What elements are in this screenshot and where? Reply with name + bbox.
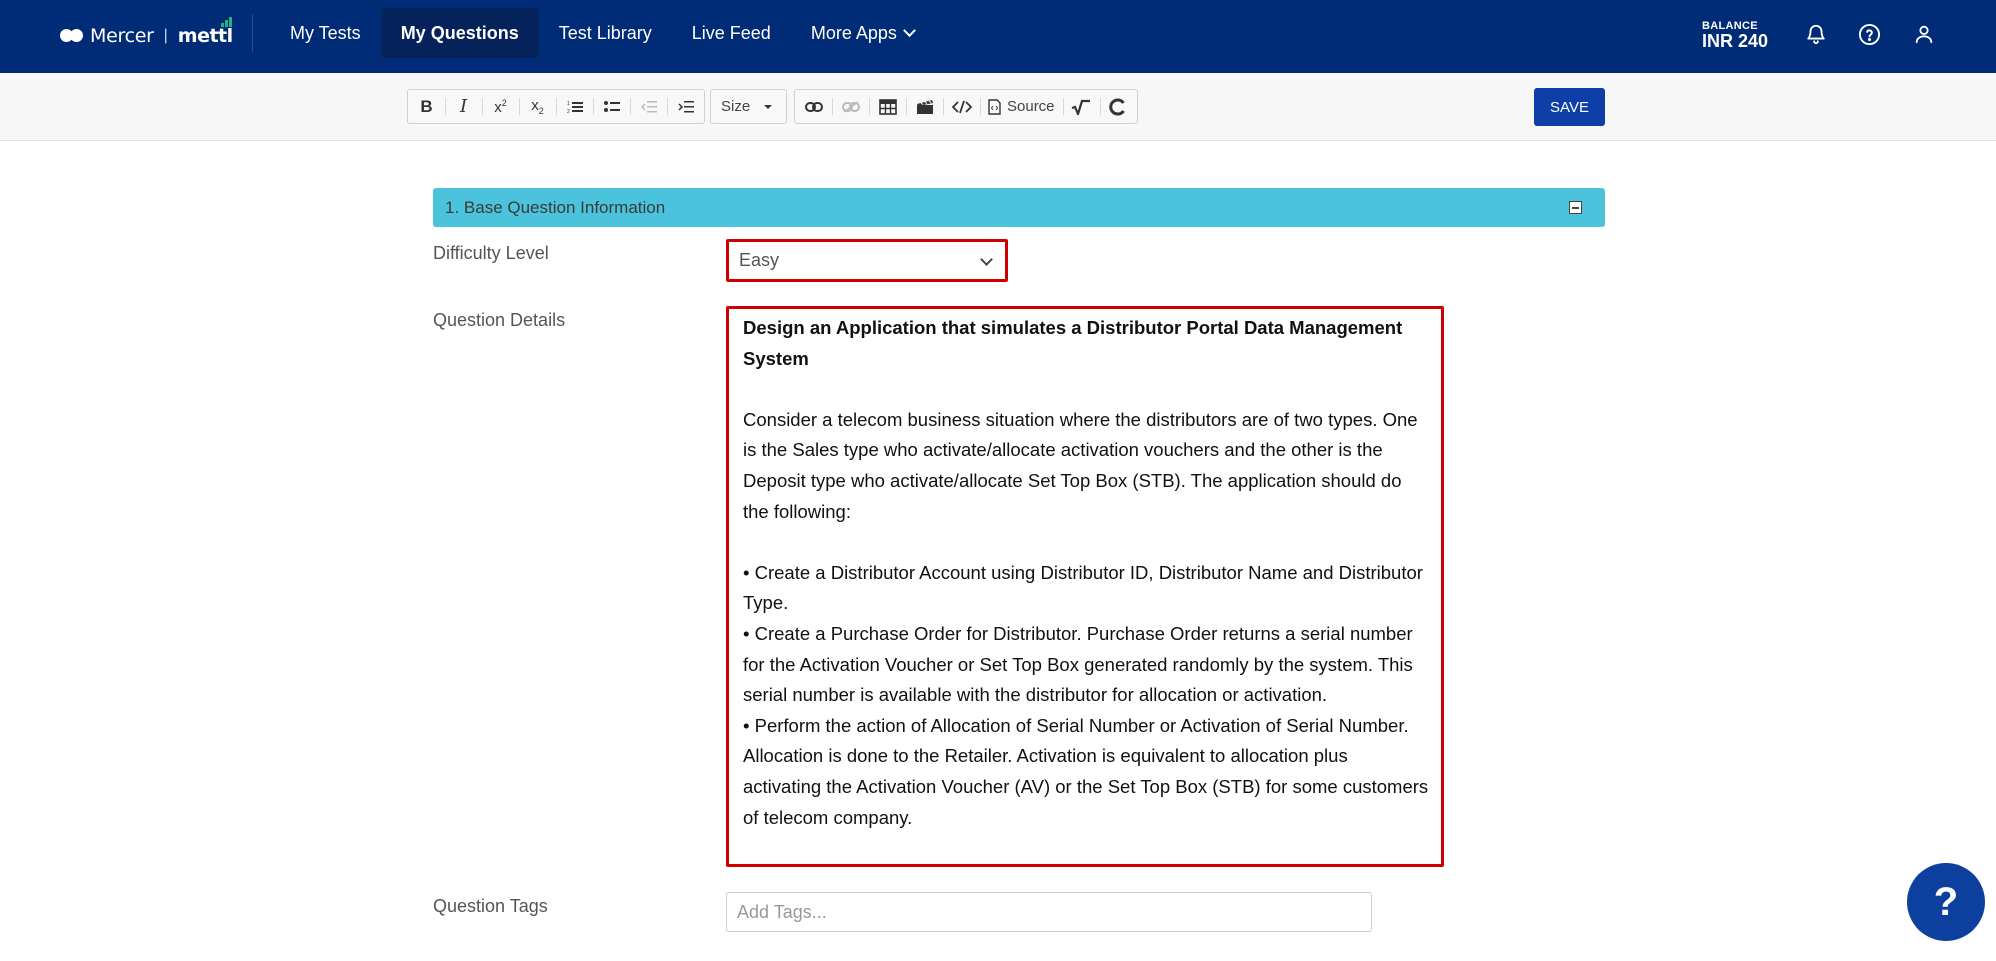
difficulty-value: Easy — [739, 250, 780, 270]
nav-my-tests[interactable]: My Tests — [270, 8, 381, 58]
caret-down-icon — [764, 104, 773, 109]
font-size-label: Size — [721, 98, 751, 115]
svg-text:2: 2 — [567, 109, 570, 114]
nav-label: My Tests — [290, 22, 361, 43]
save-button[interactable]: SAVE — [1534, 88, 1605, 126]
help-circle-icon[interactable] — [1855, 20, 1883, 48]
math-formula-icon[interactable] — [1062, 90, 1100, 123]
nav-live-feed[interactable]: Live Feed — [672, 8, 791, 58]
tags-placeholder: Add Tags... — [737, 901, 827, 922]
brand-separator: | — [163, 27, 168, 44]
nav-my-questions[interactable]: My Questions — [380, 8, 539, 58]
difficulty-select[interactable]: Easy — [726, 239, 1008, 282]
question-details-editor[interactable]: Design an Application that simulates a D… — [726, 306, 1444, 867]
section-title: 1. Base Question Information — [445, 197, 666, 217]
media-clapperboard-icon[interactable] — [906, 90, 943, 123]
outdent-icon[interactable] — [630, 90, 667, 123]
collapse-icon[interactable] — [1569, 201, 1582, 214]
question-details-label: Question Details — [433, 310, 566, 330]
question-bullet: • Create a Distributor Account using Dis… — [743, 561, 1423, 614]
bell-icon[interactable] — [1802, 20, 1830, 48]
table-icon[interactable] — [869, 90, 906, 123]
nav-label: Live Feed — [691, 22, 771, 43]
editor-toolbar-row: B I x2 x2 12 Size Source SAVE — [0, 73, 1996, 141]
main-nav: My Tests My Questions Test Library Live … — [270, 8, 934, 58]
nav-divider — [252, 14, 253, 52]
question-tags-label: Question Tags — [433, 896, 548, 916]
question-mark-icon: ? — [1933, 879, 1959, 924]
user-icon[interactable] — [1910, 20, 1938, 48]
chevron-down-icon — [980, 253, 993, 266]
source-doc-icon — [988, 98, 1001, 115]
section-header-base-info[interactable]: 1. Base Question Information — [433, 188, 1605, 227]
question-bullet: • Create a Purchase Order for Distributo… — [743, 622, 1413, 706]
product-name-text: mettl — [177, 25, 233, 47]
format-toolbar-group: B I x2 x2 12 — [407, 89, 705, 124]
chemistry-formula-icon[interactable] — [1099, 90, 1137, 123]
bullet-list-icon[interactable] — [593, 90, 630, 123]
question-paragraph: Consider a telecom business situation wh… — [743, 408, 1418, 522]
source-label: Source — [1007, 98, 1055, 115]
italic-icon[interactable]: I — [445, 90, 482, 123]
question-title: Design an Application that simulates a D… — [743, 317, 1403, 369]
indent-icon[interactable] — [667, 90, 704, 123]
nav-more-apps[interactable]: More Apps — [791, 8, 934, 58]
brand-name: Mercer — [90, 25, 154, 47]
mettl-bars-icon — [220, 17, 235, 27]
nav-test-library[interactable]: Test Library — [539, 8, 672, 58]
balance-value: INR 240 — [1702, 31, 1769, 51]
mercer-logo-icon — [60, 29, 84, 43]
insert-toolbar-group: Source — [794, 89, 1138, 124]
link-icon[interactable] — [795, 90, 832, 123]
bold-icon[interactable]: B — [408, 90, 445, 123]
tags-input[interactable]: Add Tags... — [726, 892, 1372, 932]
code-icon[interactable] — [943, 90, 980, 123]
chevron-down-icon — [903, 23, 916, 37]
mercer-mettl-logo[interactable]: Mercer | mettl — [60, 17, 233, 50]
unlink-icon[interactable] — [832, 90, 869, 123]
subscript-icon[interactable]: x2 — [519, 90, 556, 123]
top-navbar: Mercer | mettl My Tests My Questions Tes… — [0, 0, 1996, 73]
balance-display: BALANCE INR 240 — [1702, 20, 1768, 52]
font-size-select[interactable]: Size — [710, 89, 787, 124]
source-button[interactable]: Source — [980, 90, 1063, 123]
difficulty-label: Difficulty Level — [433, 243, 549, 263]
nav-label: My Questions — [400, 22, 519, 43]
nav-label: Test Library — [558, 22, 652, 43]
help-chat-button[interactable]: ? — [1907, 863, 1985, 941]
svg-text:1: 1 — [567, 101, 570, 107]
superscript-icon[interactable]: x2 — [482, 90, 519, 123]
numbered-list-icon[interactable]: 12 — [556, 90, 593, 123]
question-bullet: • Perform the action of Allocation of Se… — [743, 714, 1429, 828]
nav-label: More Apps — [810, 22, 897, 43]
product-name: mettl — [177, 17, 233, 47]
